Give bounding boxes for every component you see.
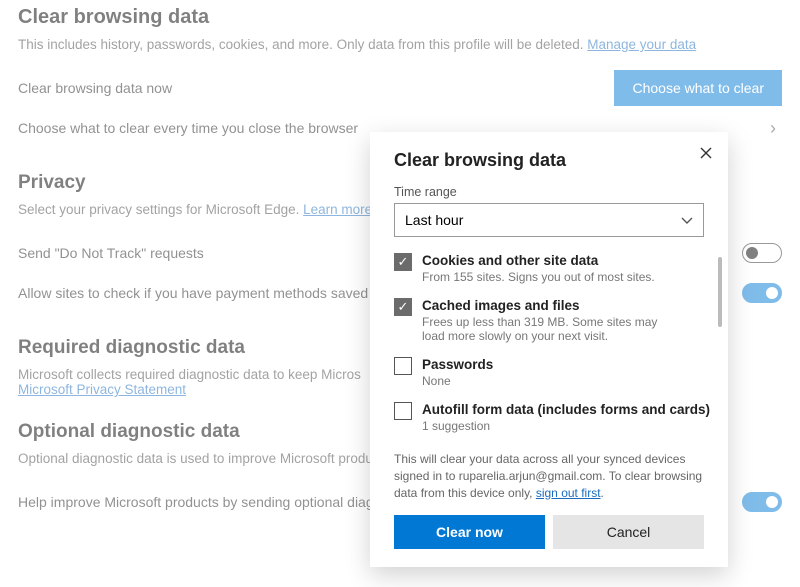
option-subtitle: 1 suggestion bbox=[422, 419, 672, 433]
checkbox-unchecked-icon[interactable] bbox=[394, 357, 412, 375]
time-range-select[interactable]: Last hour bbox=[394, 203, 704, 237]
clear-options-list: ✓ Cookies and other site data From 155 s… bbox=[370, 253, 728, 433]
time-range-value: Last hour bbox=[405, 212, 463, 228]
close-icon[interactable] bbox=[700, 146, 712, 162]
option-title: Cached images and files bbox=[422, 298, 672, 313]
option-passwords[interactable]: Passwords None bbox=[394, 357, 712, 388]
option-title: Autofill form data (includes forms and c… bbox=[422, 402, 710, 417]
checkbox-checked-icon[interactable]: ✓ bbox=[394, 298, 412, 316]
sync-note: This will clear your data across all you… bbox=[370, 447, 728, 515]
option-cache[interactable]: ✓ Cached images and files Frees up less … bbox=[394, 298, 712, 343]
option-autofill[interactable]: Autofill form data (includes forms and c… bbox=[394, 402, 712, 433]
checkbox-checked-icon[interactable]: ✓ bbox=[394, 253, 412, 271]
option-title: Passwords bbox=[422, 357, 493, 372]
option-cookies[interactable]: ✓ Cookies and other site data From 155 s… bbox=[394, 253, 712, 284]
clear-now-button[interactable]: Clear now bbox=[394, 515, 545, 549]
option-subtitle: None bbox=[422, 374, 493, 388]
cancel-button[interactable]: Cancel bbox=[553, 515, 704, 549]
scrollbar[interactable] bbox=[718, 257, 722, 327]
option-title: Cookies and other site data bbox=[422, 253, 655, 268]
option-subtitle: Frees up less than 319 MB. Some sites ma… bbox=[422, 315, 672, 343]
chevron-down-icon bbox=[681, 212, 693, 228]
time-range-label: Time range bbox=[370, 185, 728, 203]
sign-out-link[interactable]: sign out first bbox=[536, 486, 601, 500]
checkbox-unchecked-icon[interactable] bbox=[394, 402, 412, 420]
dialog-title: Clear browsing data bbox=[370, 150, 728, 185]
clear-browsing-data-dialog: Clear browsing data Time range Last hour… bbox=[370, 132, 728, 567]
option-subtitle: From 155 sites. Signs you out of most si… bbox=[422, 270, 655, 284]
